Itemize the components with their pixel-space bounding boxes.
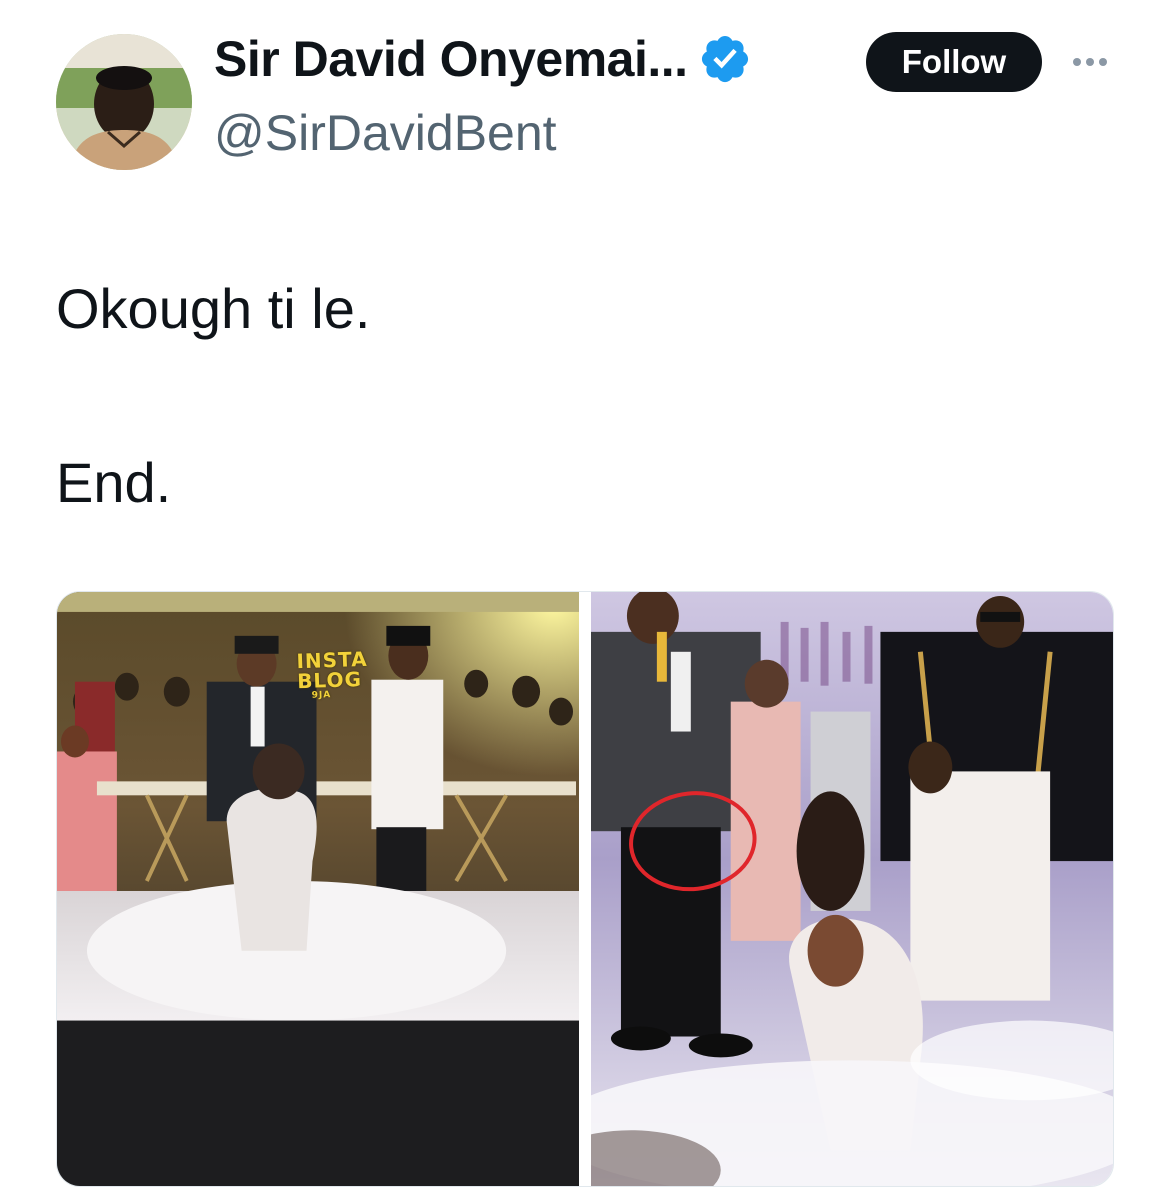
follow-button[interactable]: Follow <box>866 32 1042 92</box>
tweet-text-line: End. <box>56 451 172 514</box>
dot <box>1073 58 1081 66</box>
display-name[interactable]: Sir David Onyemai... <box>214 30 688 88</box>
verified-badge-icon <box>701 35 748 83</box>
photo-image <box>591 592 1113 1186</box>
watermark-logo: INSTA BLOG 9JA <box>296 647 369 701</box>
watermark-line: BLOG <box>296 666 363 694</box>
avatar[interactable] <box>56 34 192 170</box>
photo-dance-floor[interactable] <box>591 592 1113 1186</box>
photo-wedding-stage[interactable]: INSTA BLOG 9JA <box>57 592 579 1186</box>
tweet-card: Sir David Onyemai... @SirDavidBent Follo… <box>0 0 1169 1200</box>
author-name-row: Sir David Onyemai... <box>214 30 752 88</box>
tweet-text-line: Okough ti le. <box>56 277 371 340</box>
avatar-image <box>56 34 192 170</box>
dot <box>1086 58 1094 66</box>
author-handle[interactable]: @SirDavidBent <box>214 104 557 162</box>
dot <box>1099 58 1107 66</box>
ellipsis-icon[interactable] <box>1066 42 1114 82</box>
media-grid: INSTA BLOG 9JA <box>56 591 1114 1187</box>
